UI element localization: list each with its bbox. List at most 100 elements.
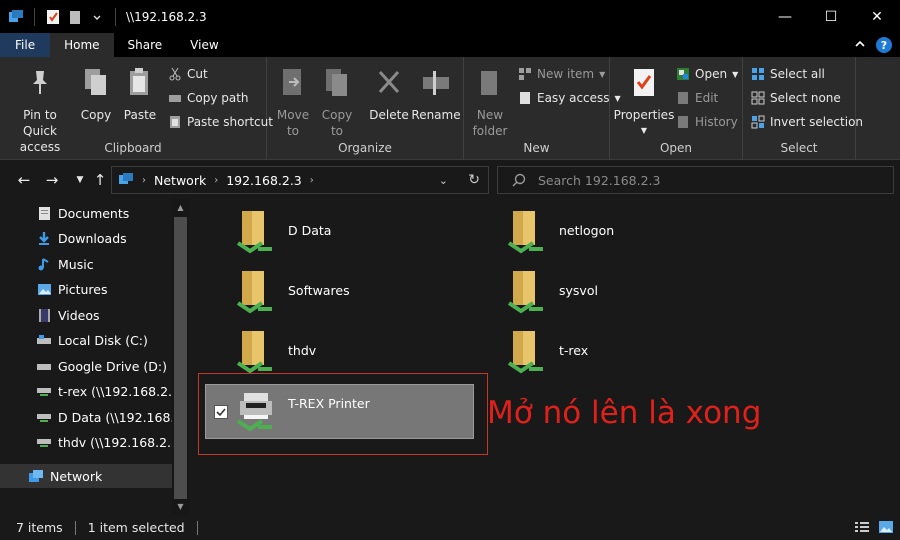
network-location-icon <box>118 172 134 188</box>
separator <box>74 520 76 535</box>
nav-item-downloads[interactable]: Downloads <box>0 226 172 250</box>
nav-item-network[interactable]: Network <box>0 464 172 488</box>
invert-selection-button[interactable]: Invert selection <box>751 115 863 129</box>
tab-view[interactable]: View <box>176 33 232 57</box>
close-button[interactable]: ✕ <box>854 0 900 33</box>
network-drive-icon <box>36 409 52 425</box>
minimize-button[interactable]: — <box>762 0 808 33</box>
share-folder-t-rex[interactable]: t-rex <box>503 327 763 377</box>
easy-access-label: Easy access <box>537 91 610 105</box>
invert-selection-label: Invert selection <box>770 115 864 129</box>
move-to-button[interactable]: Move to <box>275 65 311 139</box>
address-dropdown-icon[interactable]: ⌄ <box>439 174 448 187</box>
chevron-right-icon: › <box>142 174 146 186</box>
organize-group-label: Organize <box>338 141 392 155</box>
open-label: Open <box>695 67 728 81</box>
paste-button[interactable]: Paste <box>122 65 158 123</box>
rename-button[interactable]: Rename <box>411 65 461 123</box>
scroll-down-icon[interactable]: ▼ <box>172 498 189 515</box>
help-icon[interactable]: ? <box>876 37 892 53</box>
chevron-right-icon[interactable]: › <box>214 175 218 186</box>
nav-item-t-rex-drive[interactable]: t-rex (\\192.168.2.3) ( <box>0 379 172 403</box>
scrollbar-thumb[interactable] <box>174 217 187 499</box>
share-folder-softwares[interactable]: Softwares <box>232 267 492 317</box>
window-controls: — ☐ ✕ <box>762 0 900 33</box>
recent-locations-chevron-icon[interactable]: ▼ <box>70 170 90 190</box>
new-item-button[interactable]: New item ▼ <box>518 67 605 81</box>
details-view-icon[interactable] <box>854 520 870 537</box>
pictures-icon <box>36 281 52 297</box>
selection-checkbox[interactable] <box>214 405 228 419</box>
copy-label: Copy <box>80 108 112 122</box>
history-icon <box>676 115 690 129</box>
refresh-icon[interactable]: ↻ <box>468 172 480 188</box>
status-bar: 7 items 1 item selected <box>0 515 900 540</box>
address-bar[interactable]: › Network › 192.168.2.3 › ⌄ ↻ <box>111 166 489 194</box>
properties-label: Properties <box>613 108 675 122</box>
tab-home[interactable]: Home <box>50 33 114 57</box>
copy-button[interactable]: Copy <box>78 65 114 123</box>
back-arrow-icon[interactable]: ← <box>14 170 34 190</box>
scroll-up-icon[interactable]: ▲ <box>172 199 189 216</box>
collapse-ribbon-icon[interactable] <box>854 38 866 52</box>
large-icons-view-icon[interactable] <box>878 520 894 537</box>
chevron-down-icon[interactable] <box>89 9 105 25</box>
search-icon <box>512 173 526 187</box>
share-printer-t-rex[interactable]: T-REX Printer <box>205 384 474 439</box>
select-none-button[interactable]: Select none <box>751 91 841 105</box>
network-icon <box>28 468 44 484</box>
select-all-button[interactable]: Select all <box>751 67 825 81</box>
paste-label: Paste <box>123 108 157 122</box>
videos-icon <box>36 307 52 323</box>
nav-item-google-drive[interactable]: Google Drive (D:) <box>0 354 172 378</box>
paste-shortcut-button[interactable]: Paste shortcut <box>168 115 273 129</box>
select-all-label: Select all <box>770 67 825 81</box>
copy-path-button[interactable]: Copy path <box>168 91 249 105</box>
open-button[interactable]: Open ▼ <box>676 67 738 81</box>
history-button[interactable]: History <box>676 115 738 129</box>
properties-quick-icon[interactable] <box>45 9 61 25</box>
explorer-icon[interactable] <box>8 9 24 25</box>
select-group: Select all Select none Invert selection … <box>743 57 863 160</box>
shared-folder-icon <box>503 207 549 257</box>
new-folder-button[interactable]: New folder <box>472 65 508 139</box>
properties-button[interactable]: Properties ▼ <box>613 65 675 139</box>
downloads-icon <box>36 230 52 246</box>
cut-button[interactable]: Cut <box>168 67 208 81</box>
nav-item-music[interactable]: Music <box>0 252 172 276</box>
navigation-pane-scrollbar[interactable]: ▲ ▼ <box>172 199 189 515</box>
chevron-right-icon[interactable]: › <box>310 175 314 186</box>
separator <box>34 7 35 26</box>
copy-to-button[interactable]: Copy to <box>319 65 355 139</box>
documents-icon <box>36 205 52 221</box>
breadcrumb-host[interactable]: 192.168.2.3 <box>226 173 302 188</box>
forward-arrow-icon[interactable]: → <box>42 170 62 190</box>
easy-access-button[interactable]: Easy access ▼ <box>518 91 621 105</box>
tab-file[interactable]: File <box>0 33 51 57</box>
nav-item-d-data-drive[interactable]: D Data (\\192.168.2.3) <box>0 405 172 429</box>
item-label: thdv <box>288 343 317 358</box>
clipboard-group-label: Clipboard <box>104 141 162 155</box>
nav-item-pictures[interactable]: Pictures <box>0 277 172 301</box>
share-folder-thdv[interactable]: thdv <box>232 327 492 377</box>
new-folder-quick-icon[interactable] <box>67 9 83 25</box>
printer-icon <box>234 385 280 435</box>
title-bar: \\192.168.2.3 — ☐ ✕ <box>0 0 900 33</box>
up-arrow-icon[interactable]: ↑ <box>90 170 110 190</box>
search-box[interactable]: Search 192.168.2.3 <box>497 166 894 194</box>
delete-button[interactable]: Delete <box>369 65 409 123</box>
tab-share[interactable]: Share <box>114 33 177 57</box>
nav-item-videos[interactable]: Videos <box>0 303 172 327</box>
nav-item-local-disk[interactable]: Local Disk (C:) <box>0 328 172 352</box>
delete-x-icon <box>373 65 405 101</box>
select-none-icon <box>751 91 765 105</box>
nav-item-documents[interactable]: Documents <box>0 201 172 225</box>
edit-button[interactable]: Edit <box>676 91 718 105</box>
breadcrumb-network[interactable]: Network <box>154 173 206 188</box>
share-folder-netlogon[interactable]: netlogon <box>503 207 763 257</box>
nav-item-thdv-drive[interactable]: thdv (\\192.168.2.3) ( <box>0 430 172 454</box>
maximize-button[interactable]: ☐ <box>808 0 854 33</box>
share-folder-sysvol[interactable]: sysvol <box>503 267 763 317</box>
nav-item-label: Downloads <box>58 230 127 246</box>
share-folder-d-data[interactable]: D Data <box>232 207 492 257</box>
